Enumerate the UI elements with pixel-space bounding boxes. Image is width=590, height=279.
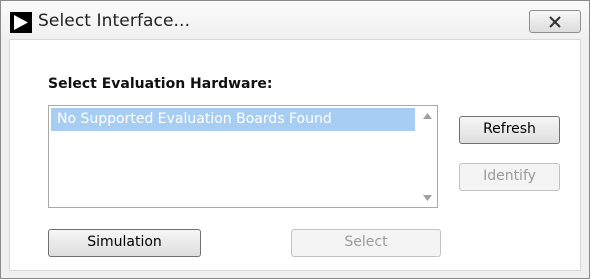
title-bar[interactable]: Select Interface... (1, 1, 589, 39)
refresh-button[interactable]: Refresh (459, 116, 560, 144)
list-item[interactable]: No Supported Evaluation Boards Found (51, 108, 415, 131)
dialog-window: Select Interface... Select Evaluation Ha… (0, 0, 590, 279)
select-button[interactable]: Select (291, 229, 441, 257)
hardware-listbox[interactable]: No Supported Evaluation Boards Found (48, 105, 438, 208)
window-title: Select Interface... (38, 11, 191, 31)
close-icon (549, 16, 561, 28)
identify-button[interactable]: Identify (459, 163, 560, 191)
scroll-up-arrow-icon[interactable] (423, 113, 432, 119)
section-label: Select Evaluation Hardware: (48, 76, 273, 92)
simulation-button[interactable]: Simulation (48, 229, 201, 257)
play-arrow-icon (10, 12, 32, 33)
scroll-down-arrow-icon[interactable] (423, 195, 432, 201)
vertical-scrollbar[interactable] (419, 106, 437, 207)
close-button[interactable] (529, 10, 581, 33)
